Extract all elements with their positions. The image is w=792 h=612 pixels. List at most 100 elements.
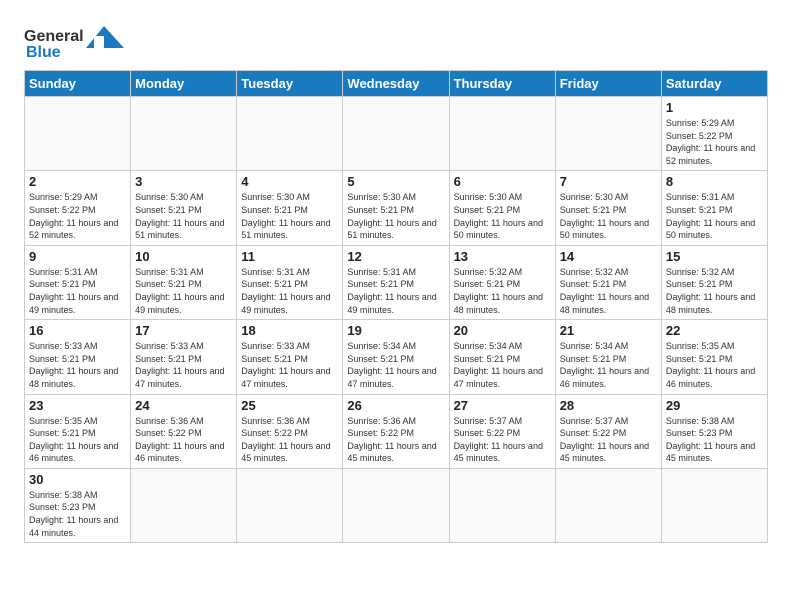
calendar-cell: 6 Sunrise: 5:30 AM Sunset: 5:21 PM Daylig… <box>449 171 555 245</box>
calendar-cell: 29 Sunrise: 5:38 AM Sunset: 5:23 PM Dayli… <box>661 394 767 468</box>
calendar-cell: 2 Sunrise: 5:29 AM Sunset: 5:22 PM Daylig… <box>25 171 131 245</box>
day-number: 17 <box>135 323 232 338</box>
day-number: 22 <box>666 323 763 338</box>
day-number: 29 <box>666 398 763 413</box>
day-info: Sunrise: 5:33 AM Sunset: 5:21 PM Dayligh… <box>241 340 338 390</box>
day-number: 15 <box>666 249 763 264</box>
calendar-cell <box>343 97 449 171</box>
day-info: Sunrise: 5:37 AM Sunset: 5:22 PM Dayligh… <box>454 415 551 465</box>
day-number: 16 <box>29 323 126 338</box>
day-info: Sunrise: 5:32 AM Sunset: 5:21 PM Dayligh… <box>666 266 763 316</box>
day-number: 5 <box>347 174 444 189</box>
calendar-cell: 9 Sunrise: 5:31 AM Sunset: 5:21 PM Daylig… <box>25 245 131 319</box>
day-info: Sunrise: 5:31 AM Sunset: 5:21 PM Dayligh… <box>666 191 763 241</box>
day-number: 19 <box>347 323 444 338</box>
day-info: Sunrise: 5:35 AM Sunset: 5:21 PM Dayligh… <box>29 415 126 465</box>
calendar-cell <box>555 97 661 171</box>
week-row-4: 23 Sunrise: 5:35 AM Sunset: 5:21 PM Dayli… <box>25 394 768 468</box>
day-number: 25 <box>241 398 338 413</box>
calendar-cell: 28Sunrise: 5:37 AM Sunset: 5:22 PM Dayli… <box>555 394 661 468</box>
day-info: Sunrise: 5:35 AM Sunset: 5:21 PM Dayligh… <box>666 340 763 390</box>
day-number: 1 <box>666 100 763 115</box>
day-info: Sunrise: 5:34 AM Sunset: 5:21 PM Dayligh… <box>454 340 551 390</box>
calendar-cell: 21Sunrise: 5:34 AM Sunset: 5:21 PM Dayli… <box>555 320 661 394</box>
day-info: Sunrise: 5:31 AM Sunset: 5:21 PM Dayligh… <box>347 266 444 316</box>
day-info: Sunrise: 5:31 AM Sunset: 5:21 PM Dayligh… <box>29 266 126 316</box>
weekday-header-monday: Monday <box>131 71 237 97</box>
day-number: 23 <box>29 398 126 413</box>
day-info: Sunrise: 5:36 AM Sunset: 5:22 PM Dayligh… <box>347 415 444 465</box>
day-info: Sunrise: 5:31 AM Sunset: 5:21 PM Dayligh… <box>135 266 232 316</box>
calendar-cell <box>131 468 237 542</box>
day-number: 12 <box>347 249 444 264</box>
day-info: Sunrise: 5:30 AM Sunset: 5:21 PM Dayligh… <box>454 191 551 241</box>
weekday-header-thursday: Thursday <box>449 71 555 97</box>
week-row-5: 30Sunrise: 5:38 AM Sunset: 5:23 PM Dayli… <box>25 468 768 542</box>
calendar-cell: 11Sunrise: 5:31 AM Sunset: 5:21 PM Dayli… <box>237 245 343 319</box>
calendar-cell: 27 Sunrise: 5:37 AM Sunset: 5:22 PM Dayli… <box>449 394 555 468</box>
day-info: Sunrise: 5:29 AM Sunset: 5:22 PM Dayligh… <box>666 117 763 167</box>
day-number: 20 <box>454 323 551 338</box>
day-number: 26 <box>347 398 444 413</box>
day-info: Sunrise: 5:29 AM Sunset: 5:22 PM Dayligh… <box>29 191 126 241</box>
calendar-cell: 22 Sunrise: 5:35 AM Sunset: 5:21 PM Dayli… <box>661 320 767 394</box>
calendar-cell: 3 Sunrise: 5:30 AM Sunset: 5:21 PM Daylig… <box>131 171 237 245</box>
calendar-cell: 23 Sunrise: 5:35 AM Sunset: 5:21 PM Dayli… <box>25 394 131 468</box>
calendar-cell: 7Sunrise: 5:30 AM Sunset: 5:21 PM Daylig… <box>555 171 661 245</box>
day-info: Sunrise: 5:34 AM Sunset: 5:21 PM Dayligh… <box>347 340 444 390</box>
week-row-1: 2 Sunrise: 5:29 AM Sunset: 5:22 PM Daylig… <box>25 171 768 245</box>
calendar-cell <box>343 468 449 542</box>
day-info: Sunrise: 5:36 AM Sunset: 5:22 PM Dayligh… <box>241 415 338 465</box>
calendar-cell <box>237 97 343 171</box>
week-row-3: 16 Sunrise: 5:33 AM Sunset: 5:21 PM Dayli… <box>25 320 768 394</box>
calendar-cell: 24 Sunrise: 5:36 AM Sunset: 5:22 PM Dayli… <box>131 394 237 468</box>
calendar-cell: 16 Sunrise: 5:33 AM Sunset: 5:21 PM Dayli… <box>25 320 131 394</box>
calendar-cell: 10Sunrise: 5:31 AM Sunset: 5:21 PM Dayli… <box>131 245 237 319</box>
day-info: Sunrise: 5:30 AM Sunset: 5:21 PM Dayligh… <box>135 191 232 241</box>
day-number: 27 <box>454 398 551 413</box>
calendar-cell <box>237 468 343 542</box>
day-info: Sunrise: 5:33 AM Sunset: 5:21 PM Dayligh… <box>135 340 232 390</box>
day-number: 7 <box>560 174 657 189</box>
calendar-cell: 19 Sunrise: 5:34 AM Sunset: 5:21 PM Dayli… <box>343 320 449 394</box>
calendar-cell <box>449 97 555 171</box>
calendar-cell: 25 Sunrise: 5:36 AM Sunset: 5:22 PM Dayli… <box>237 394 343 468</box>
header: General Blue <box>24 20 768 62</box>
weekday-header-tuesday: Tuesday <box>237 71 343 97</box>
day-number: 9 <box>29 249 126 264</box>
calendar-cell: 1 Sunrise: 5:29 AM Sunset: 5:22 PM Daylig… <box>661 97 767 171</box>
calendar-cell: 5 Sunrise: 5:30 AM Sunset: 5:21 PM Daylig… <box>343 171 449 245</box>
calendar-cell: 20 Sunrise: 5:34 AM Sunset: 5:21 PM Dayli… <box>449 320 555 394</box>
calendar-cell: 4Sunrise: 5:30 AM Sunset: 5:21 PM Daylig… <box>237 171 343 245</box>
calendar-cell: 30Sunrise: 5:38 AM Sunset: 5:23 PM Dayli… <box>25 468 131 542</box>
calendar-cell: 15 Sunrise: 5:32 AM Sunset: 5:21 PM Dayli… <box>661 245 767 319</box>
day-info: Sunrise: 5:30 AM Sunset: 5:21 PM Dayligh… <box>241 191 338 241</box>
weekday-header-wednesday: Wednesday <box>343 71 449 97</box>
calendar-cell <box>449 468 555 542</box>
day-number: 24 <box>135 398 232 413</box>
calendar-cell: 14Sunrise: 5:32 AM Sunset: 5:21 PM Dayli… <box>555 245 661 319</box>
calendar-cell <box>555 468 661 542</box>
week-row-0: 1 Sunrise: 5:29 AM Sunset: 5:22 PM Daylig… <box>25 97 768 171</box>
day-number: 2 <box>29 174 126 189</box>
day-info: Sunrise: 5:38 AM Sunset: 5:23 PM Dayligh… <box>666 415 763 465</box>
day-info: Sunrise: 5:30 AM Sunset: 5:21 PM Dayligh… <box>347 191 444 241</box>
day-info: Sunrise: 5:32 AM Sunset: 5:21 PM Dayligh… <box>454 266 551 316</box>
calendar-cell: 17 Sunrise: 5:33 AM Sunset: 5:21 PM Dayli… <box>131 320 237 394</box>
day-info: Sunrise: 5:33 AM Sunset: 5:21 PM Dayligh… <box>29 340 126 390</box>
weekday-header-friday: Friday <box>555 71 661 97</box>
day-number: 6 <box>454 174 551 189</box>
day-number: 3 <box>135 174 232 189</box>
calendar-cell: 18 Sunrise: 5:33 AM Sunset: 5:21 PM Dayli… <box>237 320 343 394</box>
calendar-cell <box>661 468 767 542</box>
day-number: 21 <box>560 323 657 338</box>
calendar-cell: 12 Sunrise: 5:31 AM Sunset: 5:21 PM Dayli… <box>343 245 449 319</box>
logo-icon <box>86 26 124 48</box>
day-number: 8 <box>666 174 763 189</box>
day-number: 18 <box>241 323 338 338</box>
calendar-cell <box>25 97 131 171</box>
day-info: Sunrise: 5:36 AM Sunset: 5:22 PM Dayligh… <box>135 415 232 465</box>
calendar-cell: 26 Sunrise: 5:36 AM Sunset: 5:22 PM Dayli… <box>343 394 449 468</box>
logo-blue-text: Blue <box>26 44 61 62</box>
calendar-cell <box>131 97 237 171</box>
